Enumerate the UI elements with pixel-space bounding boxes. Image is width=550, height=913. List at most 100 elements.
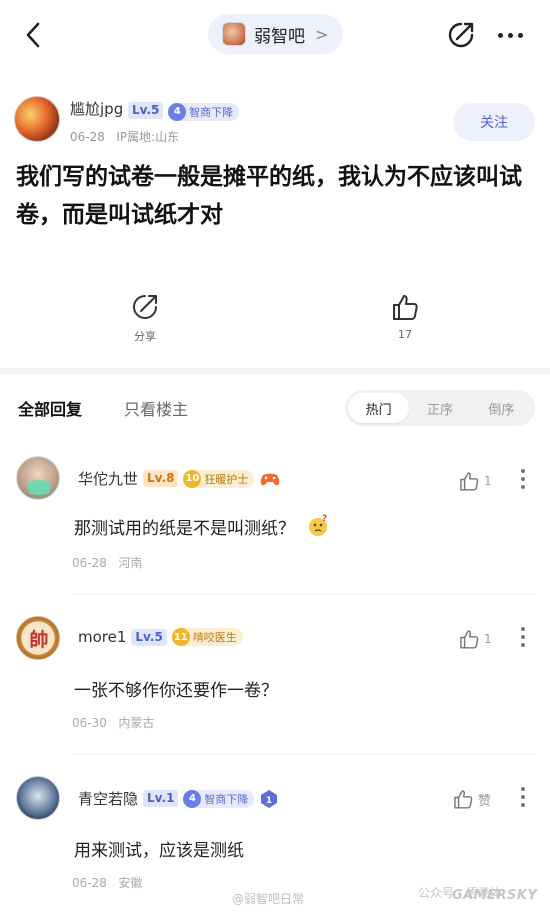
chevron-left-icon — [26, 22, 40, 48]
avatar[interactable]: 帥 — [16, 616, 60, 660]
title-badge: 4 智商下降 — [183, 789, 255, 808]
author-meta: 06-28 IP属地:山东 — [70, 128, 179, 145]
comment-divider — [72, 594, 535, 595]
forum-avatar — [222, 22, 246, 46]
dot-icon — [497, 32, 503, 38]
back-button[interactable] — [18, 18, 48, 52]
dot-icon — [521, 787, 525, 791]
comment-item: 华佗九世 Lv.8 10 狂暖护士 1 那测试用的纸是不是叫测纸？ ? 06-2… — [0, 450, 550, 590]
comment-like-button[interactable]: 1 — [458, 470, 492, 492]
comment-text-body: 那测试用的纸是不是叫测纸？ — [74, 519, 295, 539]
badge-number: 10 — [183, 469, 202, 488]
share-icon — [133, 295, 157, 319]
thumbs-up-icon — [393, 295, 418, 320]
dot-icon — [521, 469, 525, 473]
comment-like-button[interactable]: 1 — [458, 628, 492, 650]
comment-like-count: 1 — [484, 632, 492, 646]
dot-icon — [521, 795, 525, 799]
commenter-name[interactable]: 青空若隐 — [78, 788, 138, 809]
top-bar: 弱智吧 > — [0, 0, 550, 70]
more-options-button[interactable] — [494, 22, 526, 48]
svg-text:1: 1 — [266, 796, 272, 806]
sort-ascending[interactable]: 正序 — [409, 393, 470, 423]
reply-tabs: 全部回复 只看楼主 热门 正序 倒序 — [0, 388, 550, 428]
level-badge: Lv.8 — [143, 470, 179, 487]
avatar[interactable] — [16, 776, 60, 820]
comment-more-button[interactable] — [519, 627, 527, 647]
dot-icon — [521, 477, 525, 481]
post-title: 我们写的试卷一般是摊平的纸，我认为不应该叫试卷，而是叫试纸才对 — [16, 163, 522, 228]
badge-text: 智商下降 — [189, 105, 234, 119]
title-badge: 11 啃咬医生 — [171, 628, 243, 646]
comment-meta: 06-30 内蒙古 — [72, 714, 154, 731]
comment-like-button[interactable]: 赞 — [452, 788, 491, 810]
badge-text: 智商下降 — [204, 792, 249, 806]
comment-like-label: 赞 — [478, 793, 492, 809]
title-badge: 10 狂暖护士 — [183, 469, 255, 488]
sort-descending[interactable]: 倒序 — [471, 393, 532, 423]
weibo-watermark: @弱智吧日常 — [232, 892, 305, 906]
comment-more-button[interactable] — [519, 787, 527, 807]
comment-like-count: 1 — [484, 474, 492, 488]
sort-hot[interactable]: 热门 — [348, 393, 410, 423]
level-badge: Lv.1 — [143, 790, 179, 807]
tab-op-only[interactable]: 只看楼主 — [124, 396, 188, 420]
commenter-name-row: 华佗九世 Lv.8 10 狂暖护士 — [78, 468, 281, 489]
svg-text:帥: 帥 — [29, 628, 48, 651]
dot-icon — [521, 803, 525, 807]
site-watermark: GAMERSKY — [452, 888, 538, 903]
share-action[interactable]: 分享 — [115, 292, 175, 344]
mask-icon — [27, 480, 51, 495]
comment-location: 内蒙古 — [118, 716, 155, 730]
comment-date: 06-28 — [72, 876, 107, 890]
gamepad-icon — [261, 473, 280, 485]
comment-location: 河南 — [118, 556, 143, 570]
like-action[interactable]: 17 — [375, 292, 435, 341]
post-date: 06-28 — [70, 130, 105, 144]
commenter-name[interactable]: more1 — [78, 628, 126, 646]
comment-text: 一张不够作你还要作一卷？ — [74, 681, 278, 701]
follow-button[interactable]: 关注 — [453, 103, 535, 141]
level-badge: Lv.5 — [131, 628, 167, 646]
chess-piece-icon: 帥 — [29, 628, 48, 651]
avatar[interactable] — [16, 456, 60, 500]
comment-location: 安徽 — [118, 876, 143, 890]
title-badge: 4 智商下降 — [168, 102, 240, 121]
badge-text: 啃咬医生 — [192, 631, 237, 644]
thumbs-up-icon — [460, 472, 479, 491]
section-divider — [0, 368, 550, 374]
tab-all-replies[interactable]: 全部回复 — [18, 396, 82, 420]
thinking-emoji-icon: ? — [309, 514, 328, 536]
dot-icon — [521, 643, 525, 647]
commenter-name-row: 青空若隐 Lv.1 4 智商下降 1 — [78, 788, 279, 809]
like-count: 17 — [398, 328, 412, 341]
badge-text: 狂暖护士 — [204, 472, 249, 486]
dot-icon — [517, 32, 523, 38]
badge-number: 4 — [183, 789, 202, 808]
commenter-name[interactable]: 华佗九世 — [78, 468, 138, 489]
dot-icon — [507, 32, 513, 38]
comment-date: 06-30 — [72, 716, 107, 730]
dot-icon — [521, 627, 525, 631]
comment-text: 那测试用的纸是不是叫测纸？ ? — [74, 514, 330, 539]
comment-meta: 06-28 河南 — [72, 554, 142, 571]
ip-location: IP属地:山东 — [116, 130, 180, 144]
share-label: 分享 — [134, 330, 156, 343]
comment-divider — [72, 754, 535, 755]
sort-toggle: 热门 正序 倒序 — [345, 390, 535, 426]
comment-item: 帥 more1 Lv.5 11 啃咬医生 1 一张不够作你还要作一卷？ 06-3… — [0, 612, 550, 752]
level-badge: Lv.5 — [128, 102, 164, 119]
dot-icon — [521, 485, 525, 489]
forum-link[interactable]: 弱智吧 > — [208, 14, 343, 54]
rank-medal-icon: 1 — [261, 789, 278, 808]
thumbs-up-icon — [460, 630, 479, 649]
post-actions: 分享 17 — [0, 292, 550, 352]
comment-meta: 06-28 安徽 — [72, 874, 142, 891]
share-icon[interactable] — [446, 20, 476, 50]
chevron-right-icon: > — [315, 24, 329, 44]
avatar[interactable] — [14, 96, 60, 142]
badge-number: 11 — [171, 628, 190, 646]
forum-name: 弱智吧 — [254, 26, 305, 47]
author-name[interactable]: 尴尬jpg — [70, 100, 123, 118]
comment-more-button[interactable] — [519, 469, 527, 489]
